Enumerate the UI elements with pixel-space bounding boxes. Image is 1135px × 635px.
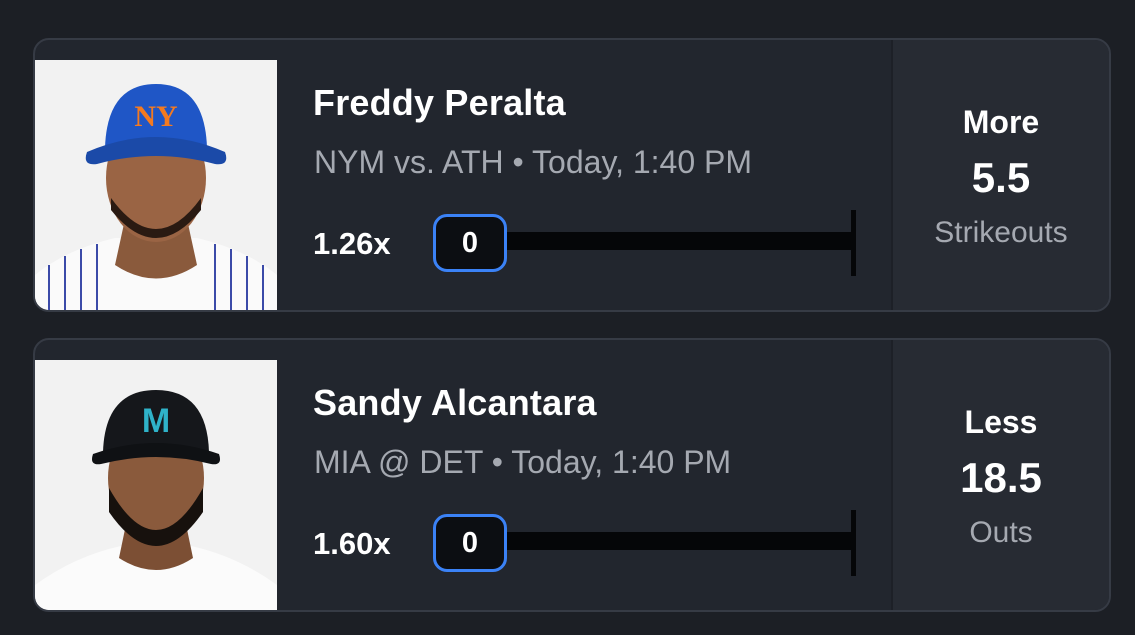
pick-direction: More [962, 104, 1040, 140]
pick-card[interactable]: NY Freddy Peralta NYM vs. ATH • Today, 1… [33, 38, 1111, 312]
payout-multiplier: 1.60x [313, 526, 391, 561]
pick-selection[interactable]: More 5.5 Strikeouts [891, 40, 1109, 310]
player-photo: M [35, 360, 277, 610]
team-logo: NY [134, 100, 178, 133]
progress-track [495, 532, 855, 550]
pick-card[interactable]: M Sandy Alcantara MIA @ DET • Today, 1:4… [33, 338, 1111, 612]
progress-target-marker [851, 210, 856, 276]
stat-type: Outs [969, 516, 1033, 549]
game-matchup: MIA @ DET • Today, 1:40 PM [314, 444, 732, 480]
pick-selection[interactable]: Less 18.5 Outs [891, 340, 1109, 610]
stat-line: 18.5 [960, 454, 1042, 501]
player-name: Sandy Alcantara [313, 382, 597, 423]
stat-line: 5.5 [971, 154, 1031, 201]
game-matchup: NYM vs. ATH • Today, 1:40 PM [314, 144, 753, 180]
stat-type: Strikeouts [934, 216, 1068, 249]
player-photo: NY [35, 60, 277, 310]
current-stat-badge: 0 [433, 514, 507, 572]
player-name: Freddy Peralta [313, 82, 566, 123]
team-logo: M [142, 402, 170, 440]
current-stat-badge: 0 [433, 214, 507, 272]
progress-track [495, 232, 855, 250]
progress-target-marker [851, 510, 856, 576]
pick-direction: Less [964, 404, 1038, 440]
payout-multiplier: 1.26x [313, 226, 391, 261]
